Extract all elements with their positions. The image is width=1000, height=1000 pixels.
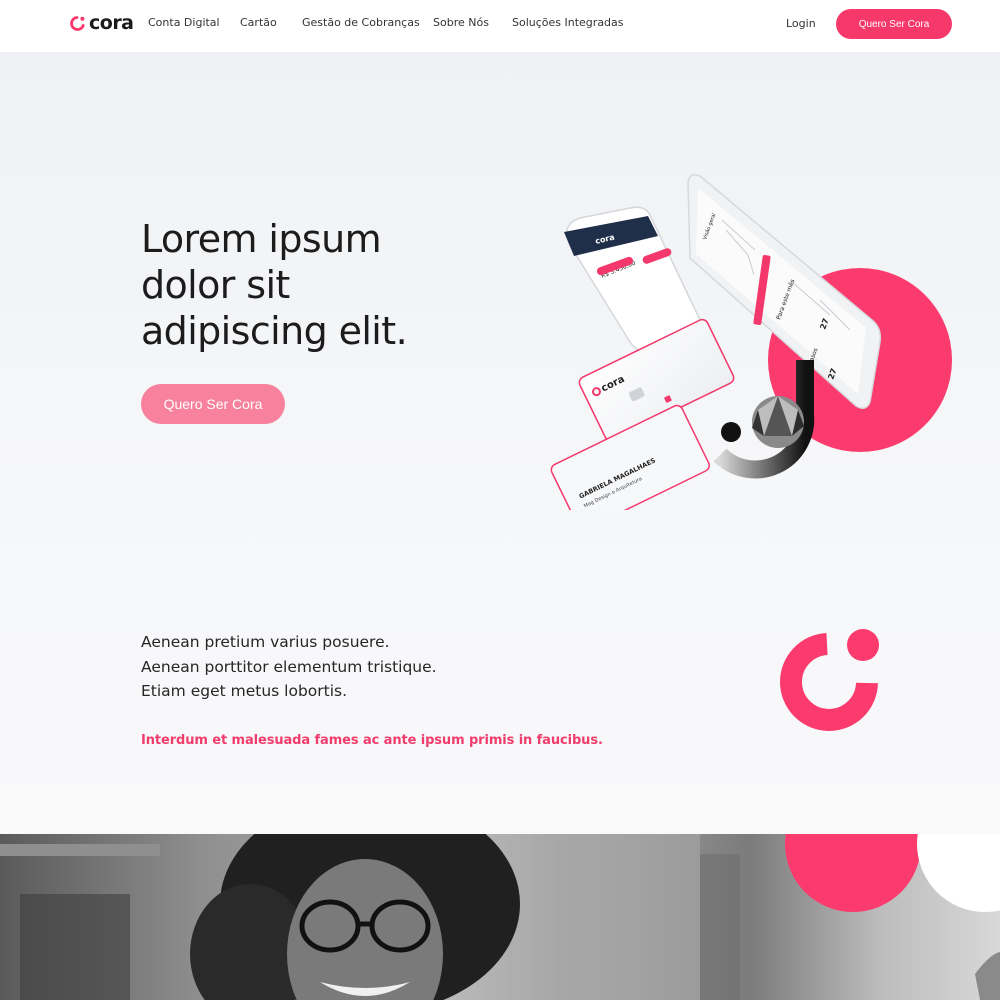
phone-and-cards-illustration: Para este mês Atrasos Visão geral 27 27 … [550,174,952,510]
smiling-woman-photo [0,834,1000,1000]
intro-line: Aenean pretium varius posuere. [141,633,390,651]
nav-conta-digital[interactable]: Conta Digital [148,16,220,30]
intro-line: Etiam eget metus lobortis. [141,682,348,700]
hero-title-line: Lorem ipsum [141,217,382,261]
nav-gestao-de-cobrancas[interactable]: Gestão de Cobranças [302,16,420,30]
login-link[interactable]: Login [786,17,816,31]
hero-section: Lorem ipsum dolor sit adipiscing elit. Q… [0,52,1000,834]
cora-logo-icon [70,15,85,31]
site-header: cora Conta Digital Cartão Gestão de Cobr… [0,0,1000,52]
nav-sobre-nos[interactable]: Sobre Nós [433,16,489,30]
decorative-sphere [752,396,804,448]
accent-text: Interdum et malesuada fames ac ante ipsu… [141,733,603,748]
header-signup-button[interactable]: Quero Ser Cora [836,9,952,39]
hero-title-line: adipiscing elit. [141,309,408,353]
decorative-pink-circle-bottom [785,834,921,912]
brand-name: cora [89,12,134,34]
nav-solucoes-integradas[interactable]: Soluções Integradas [512,16,624,30]
intro-line: Aenean porttitor elementum tristique. [141,657,437,676]
brand-logo[interactable]: cora [69,12,134,34]
intro-text: Aenean pretium varius posuere. Aenean po… [141,630,621,704]
hero-title-line: dolor sit [141,263,290,307]
decorative-dot [721,422,741,442]
hero-signup-button[interactable]: Quero Ser Cora [141,384,285,424]
decorative-white-circle-bottom [917,834,1000,912]
hero-title: Lorem ipsum dolor sit adipiscing elit. [141,216,501,354]
nav-cartao[interactable]: Cartão [240,16,277,30]
photo-illustration [0,834,1000,1000]
cora-logo-icon [780,629,879,731]
